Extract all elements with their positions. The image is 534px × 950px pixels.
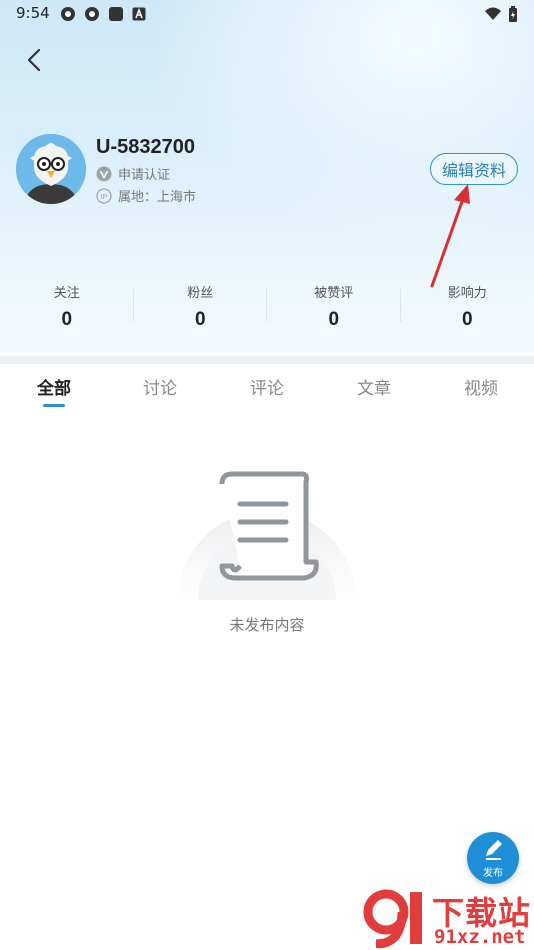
- stat-likes[interactable]: 被赞评 0: [267, 280, 401, 330]
- svg-text:IP: IP: [100, 192, 107, 201]
- status-time: 9:54: [16, 4, 50, 22]
- empty-state-text: 未发布内容: [229, 616, 305, 634]
- verify-v-icon: [96, 166, 112, 181]
- stat-divider: [133, 288, 134, 322]
- stat-followers[interactable]: 粉丝 0: [134, 280, 268, 330]
- tab-all[interactable]: 全部: [37, 374, 71, 399]
- content-tabs: 全部 讨论 评论 文章 视频: [0, 364, 534, 410]
- annotation-arrow: [430, 184, 470, 288]
- stat-value: 0: [194, 309, 206, 330]
- empty-document-icon: [178, 471, 356, 600]
- publish-label: 发布: [483, 868, 503, 879]
- tab-articles[interactable]: 文章: [357, 374, 391, 399]
- stat-label: 影响力: [447, 286, 487, 301]
- stat-label: 粉丝: [187, 286, 214, 301]
- stat-divider: [266, 288, 267, 322]
- stats-row: 关注 0 粉丝 0 被赞评 0 影响力 0: [0, 280, 534, 330]
- pencil-icon: [486, 840, 502, 860]
- verify-label: 申请认证: [118, 168, 171, 183]
- stat-influence[interactable]: 影响力 0: [401, 280, 534, 330]
- section-separator: [0, 356, 534, 364]
- ip-location-icon: IP: [96, 187, 112, 204]
- eagle-avatar-icon: [16, 134, 86, 204]
- stat-divider: [400, 288, 401, 322]
- back-arrow-icon[interactable]: [22, 46, 50, 74]
- stat-value: 0: [61, 309, 73, 330]
- stat-label: 关注: [53, 286, 80, 301]
- avatar[interactable]: [16, 134, 86, 204]
- publish-fab-button[interactable]: 发布: [467, 832, 519, 884]
- app-notification-icon-2: [85, 7, 99, 21]
- stat-value: 0: [461, 309, 473, 330]
- keyboard-a-icon: [132, 7, 146, 21]
- status-bar: 9:54: [0, 0, 534, 28]
- battery-icon: [509, 6, 517, 22]
- stat-value: 0: [328, 309, 340, 330]
- watermark-url: 91xz.net: [434, 926, 526, 948]
- stat-following[interactable]: 关注 0: [0, 280, 134, 330]
- username: U-5832700: [96, 136, 195, 158]
- app-notification-icon: [61, 7, 75, 21]
- verify-row[interactable]: 申请认证: [96, 164, 170, 183]
- watermark-logo: [363, 889, 422, 948]
- active-tab-indicator: [43, 404, 65, 407]
- location-label: 属地：上海市: [118, 190, 197, 205]
- tab-videos[interactable]: 视频: [464, 374, 498, 399]
- tab-comments[interactable]: 评论: [250, 374, 284, 399]
- square-notification-icon: [109, 7, 123, 21]
- location-row: IP 属地：上海市: [96, 186, 196, 205]
- wifi-icon: [485, 7, 501, 20]
- stat-label: 被赞评: [314, 286, 354, 301]
- tab-discussion[interactable]: 讨论: [143, 374, 177, 399]
